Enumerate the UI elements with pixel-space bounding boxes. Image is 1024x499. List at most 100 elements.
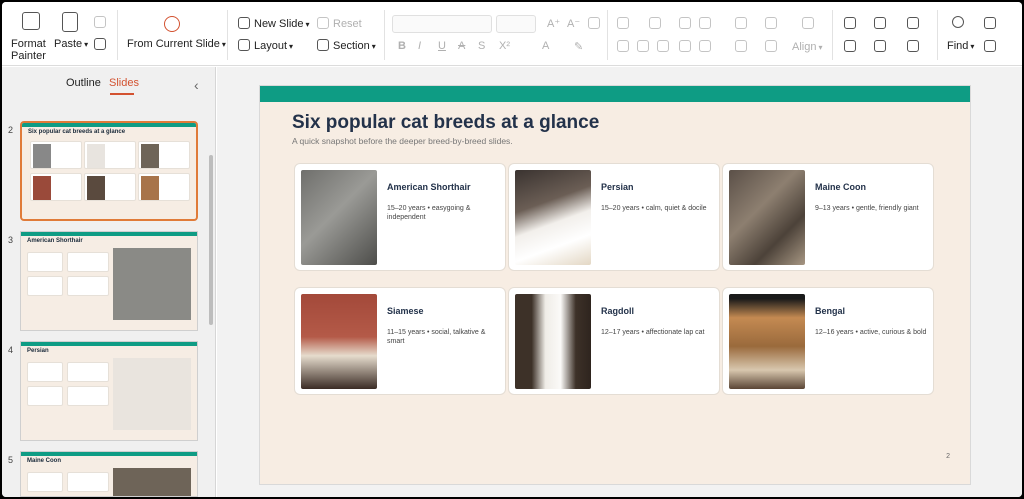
decrease-indent-icon[interactable]	[679, 17, 691, 29]
paste-icon	[62, 12, 78, 32]
align-left-icon[interactable]	[617, 40, 629, 52]
play-icon	[164, 16, 180, 32]
thumbnail-title: Maine Coon	[27, 458, 61, 464]
superscript-icon[interactable]: X²	[499, 40, 510, 52]
breed-description: 12–16 years • active, curious & bold	[815, 329, 927, 336]
fill-icon[interactable]	[907, 17, 919, 29]
thumbnail-number: 5	[8, 455, 14, 465]
cut-icon[interactable]	[94, 16, 106, 28]
slide-title[interactable]: Six popular cat breeds at a glance	[292, 112, 599, 134]
font-color-icon[interactable]: A	[542, 40, 549, 52]
italic-icon[interactable]: I	[418, 40, 421, 52]
ribbon-toolbar: Format Painter Paste ▾ From Current Slide…	[2, 2, 1022, 66]
vertical-align-icon[interactable]	[735, 40, 747, 52]
arrange-icon[interactable]	[874, 40, 886, 52]
decrease-font-icon[interactable]: A⁻	[567, 17, 580, 30]
thumbnail-number: 4	[8, 345, 14, 355]
breed-name: Maine Coon	[815, 182, 866, 192]
breed-description: 11–15 years • social, talkative & smart	[387, 329, 486, 345]
underline-icon[interactable]: U	[438, 40, 446, 52]
select-icon[interactable]	[984, 17, 996, 29]
panel-scrollbar[interactable]	[209, 155, 213, 325]
align-center-icon[interactable]	[637, 40, 649, 52]
shadow-icon[interactable]: S	[478, 40, 485, 52]
breed-name: Persian	[601, 182, 634, 192]
thumbnail-number: 2	[8, 125, 14, 135]
new-slide-button[interactable]: New Slide ▾	[254, 18, 310, 30]
breed-card-siamese[interactable]: Siamese 11–15 years • social, talkative …	[294, 287, 506, 395]
search-icon	[952, 16, 964, 28]
replace-icon[interactable]	[984, 40, 996, 52]
current-slide[interactable]: Six popular cat breeds at a glance A qui…	[259, 85, 971, 485]
text-direction-icon[interactable]	[802, 17, 814, 29]
cat-photo	[301, 170, 377, 265]
smartart-icon[interactable]	[765, 40, 777, 52]
increase-font-icon[interactable]: A⁺	[547, 17, 560, 30]
breed-name: Siamese	[387, 306, 424, 316]
increase-indent-icon[interactable]	[699, 17, 711, 29]
justify-icon[interactable]	[679, 40, 691, 52]
breed-name: American Shorthair	[387, 182, 471, 192]
thumbnail-title: Persian	[27, 348, 49, 354]
app-window: Format Painter Paste ▾ From Current Slide…	[2, 2, 1022, 497]
tab-slides[interactable]: Slides	[109, 77, 139, 89]
collapse-panel-icon[interactable]: ‹	[194, 77, 199, 93]
clear-formatting-icon[interactable]	[588, 17, 600, 29]
slide-thumbnail-2[interactable]: Six popular cat breeds at a glance	[20, 121, 198, 221]
breed-description: 15–20 years • calm, quiet & docile	[601, 205, 707, 212]
highlight-icon[interactable]: ✎	[574, 40, 583, 53]
breed-card-bengal[interactable]: Bengal 12–16 years • active, curious & b…	[722, 287, 934, 395]
numbering-icon[interactable]	[649, 17, 661, 29]
section-icon	[317, 39, 329, 51]
active-tab-indicator	[110, 93, 134, 95]
from-current-slide-button[interactable]: From Current Slide ▾	[127, 38, 226, 50]
breed-card-ragdoll[interactable]: Ragdoll 12–17 years • affectionate lap c…	[508, 287, 720, 395]
reset-button[interactable]: Reset	[333, 18, 362, 30]
new-slide-icon	[238, 17, 250, 29]
slide-editor-canvas: Six popular cat breeds at a glance A qui…	[217, 67, 1022, 497]
tab-outline[interactable]: Outline	[66, 77, 101, 89]
breed-card-persian[interactable]: Persian 15–20 years • calm, quiet & doci…	[508, 163, 720, 271]
slide-navigation-panel: Outline Slides ‹ 2 Six popular cat breed…	[2, 67, 216, 497]
breed-name: Bengal	[815, 306, 846, 316]
cat-photo	[729, 294, 805, 389]
strikethrough-icon[interactable]: A	[458, 40, 465, 52]
layout-icon	[238, 39, 250, 51]
breed-description: 15–20 years • easygoing & independent	[387, 205, 471, 221]
cat-photo	[515, 170, 591, 265]
layout-button[interactable]: Layout ▾	[254, 40, 293, 52]
cat-photo	[301, 294, 377, 389]
section-button[interactable]: Section ▾	[333, 40, 376, 52]
breed-description: 9–13 years • gentle, friendly giant	[815, 205, 919, 212]
shapes-icon[interactable]	[844, 17, 856, 29]
slide-thumbnail-4[interactable]: Persian	[20, 341, 198, 441]
bullets-icon[interactable]	[617, 17, 629, 29]
breed-card-maine-coon[interactable]: Maine Coon 9–13 years • gentle, friendly…	[722, 163, 934, 271]
sort-icon[interactable]	[765, 17, 777, 29]
paste-button[interactable]: Paste ▾	[54, 38, 88, 50]
bold-icon[interactable]: B	[398, 40, 406, 52]
breed-card-american-shorthair[interactable]: American Shorthair 15–20 years • easygoi…	[294, 163, 506, 271]
font-name-select[interactable]	[392, 15, 492, 33]
format-painter-icon	[22, 12, 40, 30]
outline-icon[interactable]	[907, 40, 919, 52]
slide-header-bar	[260, 86, 970, 102]
cat-photo	[729, 170, 805, 265]
font-size-select[interactable]	[496, 15, 536, 33]
picture-icon[interactable]	[874, 17, 886, 29]
align-button[interactable]: Align ▾	[792, 41, 822, 53]
slide-subtitle[interactable]: A quick snapshot before the deeper breed…	[292, 136, 513, 146]
breed-description: 12–17 years • affectionate lap cat	[601, 329, 705, 336]
columns-icon[interactable]	[699, 40, 711, 52]
thumbnail-title: American Shorthair	[27, 238, 83, 244]
textbox-icon[interactable]	[844, 40, 856, 52]
line-spacing-icon[interactable]	[735, 17, 747, 29]
cat-photo	[515, 294, 591, 389]
slide-thumbnail-3[interactable]: American Shorthair	[20, 231, 198, 331]
find-button[interactable]: Find ▾	[947, 40, 974, 52]
slide-thumbnail-5[interactable]: Maine Coon	[20, 451, 198, 497]
thumbnail-number: 3	[8, 235, 14, 245]
copy-icon[interactable]	[94, 38, 106, 50]
format-painter-button[interactable]: Format Painter	[11, 38, 46, 62]
align-right-icon[interactable]	[657, 40, 669, 52]
